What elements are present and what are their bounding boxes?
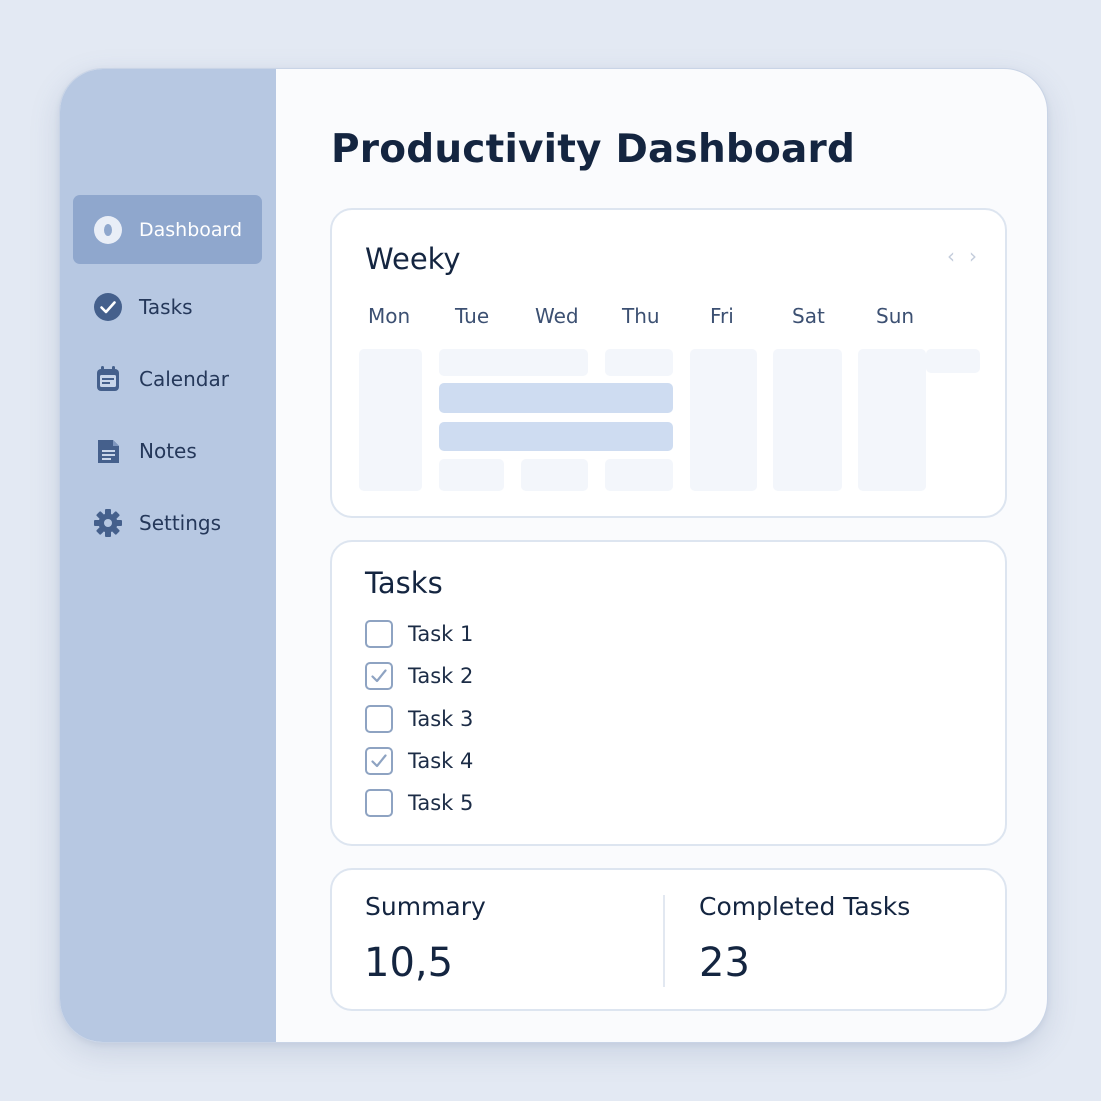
gear-icon (93, 508, 123, 538)
day-label-tue: Tue (455, 304, 490, 328)
event-block[interactable] (605, 349, 673, 376)
sidebar-item-label: Notes (139, 438, 197, 463)
summary-divider (663, 895, 665, 987)
sidebar-item-tasks[interactable]: Tasks (73, 272, 262, 341)
task-label: Task 2 (408, 664, 474, 688)
main-content: Productivity Dashboard Weeky ‹ › Mon Tue… (276, 69, 1047, 1042)
completed-tasks-value: 23 (699, 940, 750, 986)
event-bar[interactable] (439, 383, 673, 413)
task-label: Task 4 (408, 749, 474, 773)
event-block[interactable] (439, 459, 504, 491)
sidebar-item-label: Calendar (139, 366, 229, 391)
task-row[interactable]: Task 3 (365, 704, 473, 734)
event-block[interactable] (926, 349, 980, 373)
event-block[interactable] (439, 349, 588, 376)
tasks-card: Tasks Task 1 Task 2 Task 3 Task 4 Task 5 (330, 540, 1007, 846)
task-row[interactable]: Task 5 (365, 788, 473, 818)
summary-card: Summary 10,5 Completed Tasks 23 (330, 868, 1007, 1011)
day-column-sun[interactable] (858, 349, 926, 491)
day-label-fri: Fri (710, 304, 734, 328)
task-label: Task 5 (408, 791, 474, 815)
day-column-sat[interactable] (773, 349, 842, 491)
task-checkbox[interactable] (365, 705, 393, 733)
sidebar-item-notes[interactable]: Notes (73, 416, 262, 485)
page-title: Productivity Dashboard (331, 127, 856, 172)
task-row[interactable]: Task 4 (365, 746, 473, 776)
task-checkbox[interactable] (365, 747, 393, 775)
day-column-mon[interactable] (359, 349, 422, 491)
day-label-mon: Mon (368, 304, 411, 328)
event-block[interactable] (521, 459, 588, 491)
checkmark-icon (371, 669, 387, 683)
task-checkbox[interactable] (365, 662, 393, 690)
day-label-thu: Thu (622, 304, 660, 328)
event-block[interactable] (605, 459, 673, 491)
summary-label: Summary (365, 892, 486, 921)
sidebar: Dashboard Tasks Calendar Notes Settings (60, 69, 276, 1042)
task-checkbox[interactable] (365, 620, 393, 648)
task-label: Task 3 (408, 707, 474, 731)
task-row[interactable]: Task 2 (365, 661, 473, 691)
checkmark-icon (371, 754, 387, 768)
week-nav: ‹ › (947, 244, 977, 268)
notes-icon (93, 436, 123, 466)
summary-value: 10,5 (364, 940, 454, 986)
tasks-title: Tasks (365, 566, 443, 600)
task-checkbox[interactable] (365, 789, 393, 817)
sidebar-item-settings[interactable]: Settings (73, 488, 262, 557)
sidebar-item-calendar[interactable]: Calendar (73, 344, 262, 413)
task-row[interactable]: Task 1 (365, 619, 473, 649)
check-circle-icon (93, 292, 123, 322)
event-bar[interactable] (439, 422, 673, 451)
weekly-card: Weeky ‹ › Mon Tue Wed Thu Fri Sat Sun (330, 208, 1007, 518)
chevron-right-icon[interactable]: › (969, 244, 977, 268)
app-window: Dashboard Tasks Calendar Notes Settings … (59, 68, 1048, 1043)
sidebar-item-label: Dashboard (139, 218, 243, 241)
calendar-icon (93, 364, 123, 394)
weekly-title: Weeky (365, 242, 461, 276)
completed-tasks-label: Completed Tasks (699, 892, 911, 921)
sidebar-item-label: Settings (139, 510, 222, 535)
day-column-fri[interactable] (690, 349, 757, 491)
dashboard-icon (93, 215, 123, 245)
sidebar-item-dashboard[interactable]: Dashboard (73, 195, 262, 264)
sidebar-item-label: Tasks (139, 294, 193, 319)
day-label-sat: Sat (792, 304, 825, 328)
day-label-sun: Sun (876, 304, 915, 328)
task-label: Task 1 (408, 622, 474, 646)
day-label-wed: Wed (535, 304, 579, 328)
chevron-left-icon[interactable]: ‹ (947, 244, 955, 268)
